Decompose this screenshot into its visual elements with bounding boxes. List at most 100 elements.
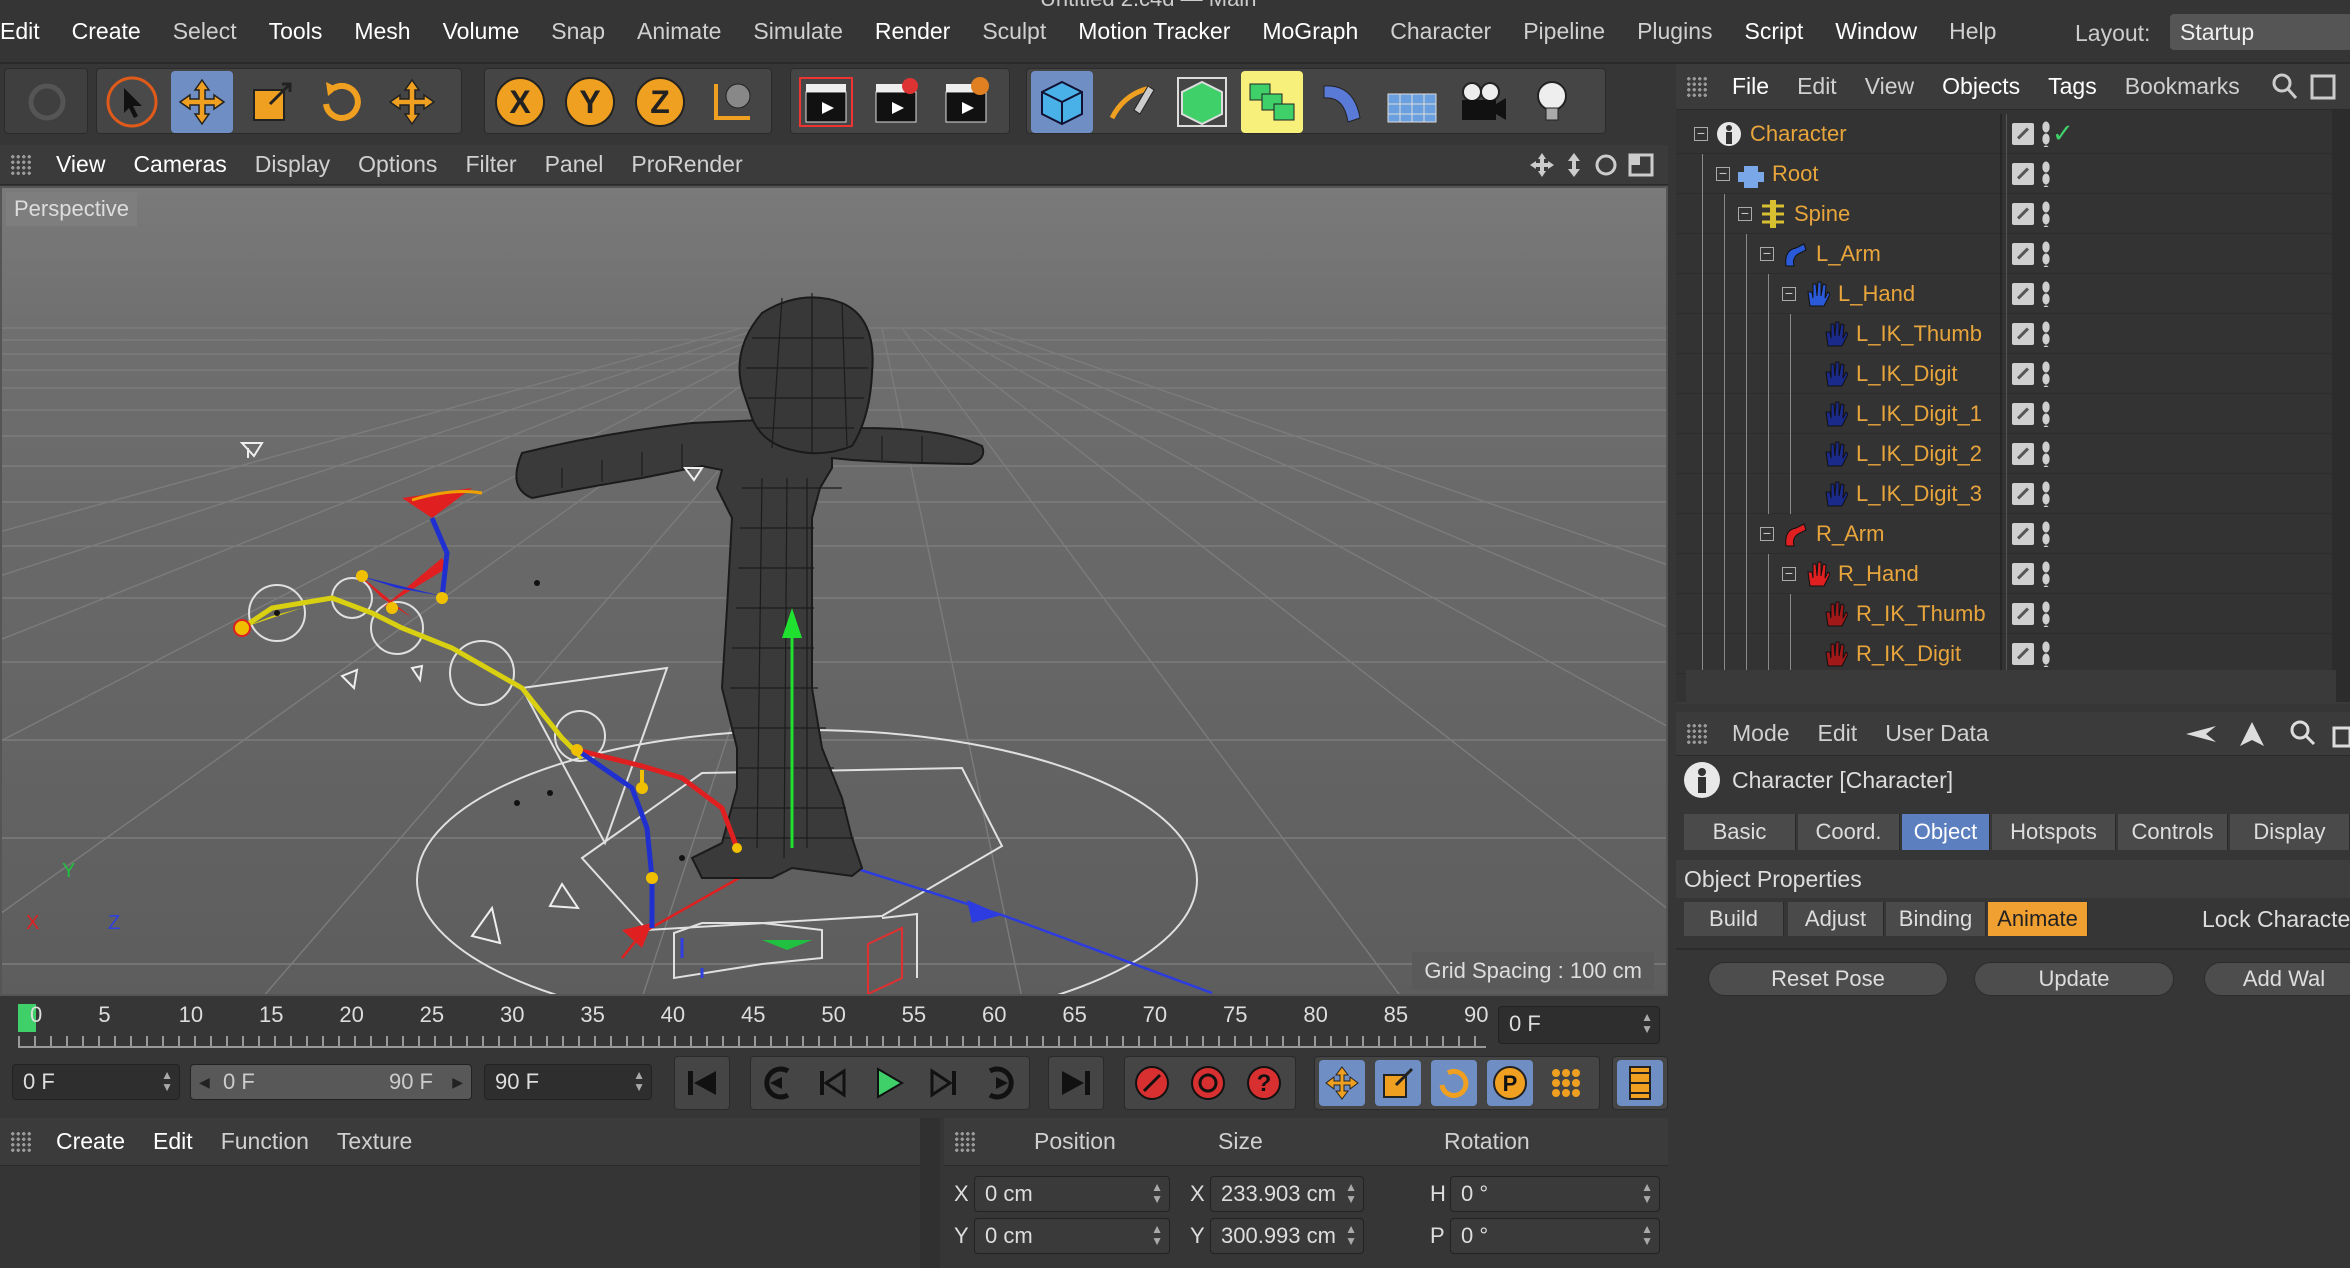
subtab-adjust[interactable]: Adjust [1788,902,1884,936]
menu-character[interactable]: Character [1374,0,1507,63]
position-field[interactable]: 0 cm ▲ ▼ [974,1218,1170,1254]
collapse-toggle-icon[interactable]: − [1694,126,1708,141]
end-frame-field[interactable]: 90 F ▲ ▼ [484,1064,652,1100]
tree-item-label[interactable]: L_IK_Digit_2 [1856,441,1982,467]
subtab-binding[interactable]: Binding [1886,902,1986,936]
next-keyframe-button[interactable] [977,1060,1023,1106]
tab-hotspots[interactable]: Hotspots [1992,814,2116,850]
tree-row-r-hand[interactable]: − R_Hand [1676,554,2350,594]
back-arrow-icon[interactable] [2140,718,2350,750]
layer-toggle-icon[interactable] [2012,603,2034,625]
tree-item-label[interactable]: L_IK_Digit_1 [1856,401,1982,427]
tree-item-label[interactable]: R_Arm [1816,521,1884,547]
tree-item-label[interactable]: L_IK_Digit_3 [1856,481,1982,507]
tree-scrollbar[interactable] [2332,110,2350,702]
cube-button[interactable] [1031,71,1093,133]
tree-item-label[interactable]: L_Hand [1838,281,1915,307]
tree-item-label[interactable]: Spine [1794,201,1850,227]
layer-toggle-icon[interactable] [2012,643,2034,665]
layer-toggle-icon[interactable] [2012,483,2034,505]
tree-row-l-ik-digit[interactable]: L_IK_Digit [1676,354,2350,394]
layer-toggle-icon[interactable] [2012,563,2034,585]
camera-label[interactable]: Perspective [6,192,137,226]
panel-grip-icon[interactable] [1686,75,1708,98]
menu-mesh[interactable]: Mesh [338,0,426,63]
layer-toggle-icon[interactable] [2012,403,2034,425]
menu-bookmarks[interactable]: Bookmarks [2111,73,2254,100]
menu-edit[interactable]: Edit [139,1128,207,1155]
live-selection-button[interactable] [101,71,163,133]
object-tree[interactable]: − Character ✓ − Root − Spine − L_Arm − L_Hand L_IK_… [1676,110,2350,702]
timeline-track[interactable] [18,1036,1486,1048]
layer-toggle-icon[interactable] [2012,363,2034,385]
tab-basic[interactable]: Basic [1684,814,1796,850]
visibility-dots-icon[interactable] [2042,641,2050,667]
menu-prorender[interactable]: ProRender [617,151,756,178]
size-field[interactable]: 233.903 cm ▲ ▼ [1210,1176,1364,1212]
menu-tools[interactable]: Tools [253,0,339,63]
enabled-check-icon[interactable]: ✓ [2052,118,2074,149]
prev-keyframe-button[interactable] [755,1060,801,1106]
size-field[interactable]: 300.993 cm ▲ ▼ [1210,1218,1364,1254]
menu-mode[interactable]: Mode [1718,720,1804,747]
visibility-dots-icon[interactable] [2042,361,2050,387]
position-field[interactable]: 0 cm ▲ ▼ [974,1176,1170,1212]
tree-item-label[interactable]: L_IK_Digit [1856,361,1958,387]
visibility-dots-icon[interactable] [2042,561,2050,587]
render-view-button[interactable] [795,71,857,133]
menu-simulate[interactable]: Simulate [737,0,858,63]
y-axis-button[interactable]: Y [559,71,621,133]
menu-plugins[interactable]: Plugins [1621,0,1728,63]
tree-row-r-arm[interactable]: − R_Arm [1676,514,2350,554]
tree-row-r-ik-digit[interactable]: R_IK_Digit [1676,634,2350,674]
timeline-ruler[interactable]: 0 5 10 15 20 25 30 35 40 45 50 55 60 65 70 75 80 85 90 0 F… [0,996,1668,1062]
reset-pose-button[interactable]: Reset Pose [1708,962,1948,996]
visibility-dots-icon[interactable] [2042,121,2050,147]
frame-range-slider[interactable]: ◀ 0 F 90 F ▶ [190,1064,472,1100]
floor-button[interactable] [1381,71,1443,133]
goto-start-button[interactable] [679,1060,725,1106]
menu-edit[interactable]: Edit [1804,720,1872,747]
subtab-build[interactable]: Build [1684,902,1784,936]
point-level-track-button[interactable] [1543,1060,1589,1106]
play-button[interactable] [865,1060,911,1106]
menu-cameras[interactable]: Cameras [119,151,240,178]
search-icon[interactable] [2270,72,2340,102]
layer-toggle-icon[interactable] [2012,243,2034,265]
tree-item-label[interactable]: R_IK_Digit [1856,641,1961,667]
render-picture-viewer-button[interactable] [865,71,927,133]
visibility-dots-icon[interactable] [2042,441,2050,467]
tree-row-l-ik-thumb[interactable]: L_IK_Thumb [1676,314,2350,354]
tree-row-r-ik-thumb[interactable]: R_IK_Thumb [1676,594,2350,634]
undo-button[interactable] [4,68,88,134]
visibility-dots-icon[interactable] [2042,601,2050,627]
record-active-button[interactable] [1129,1060,1175,1106]
tree-item-label[interactable]: L_Arm [1816,241,1881,267]
visibility-dots-icon[interactable] [2042,161,2050,187]
panel-grip-icon[interactable] [10,153,32,176]
visibility-dots-icon[interactable] [2042,281,2050,307]
tree-item-label[interactable]: R_IK_Thumb [1856,601,1986,627]
parameter-track-button[interactable]: P [1487,1060,1533,1106]
menu-script[interactable]: Script [1729,0,1820,63]
menu-select[interactable]: Select [157,0,253,63]
position-track-button[interactable] [1319,1060,1365,1106]
tab-object[interactable]: Object [1902,814,1990,850]
tree-row-spine[interactable]: − Spine [1676,194,2350,234]
panel-grip-icon[interactable] [954,1130,976,1153]
goto-end-button[interactable] [1053,1060,1099,1106]
collapse-toggle-icon[interactable]: − [1738,206,1752,221]
render-settings-button[interactable] [935,71,997,133]
menu-pipeline[interactable]: Pipeline [1507,0,1621,63]
menu-window[interactable]: Window [1819,0,1933,63]
tree-row-l-ik-digit-3[interactable]: L_IK_Digit_3 [1676,474,2350,514]
tree-row-character[interactable]: − Character ✓ [1676,114,2350,154]
layer-toggle-icon[interactable] [2012,203,2034,225]
next-frame-button[interactable] [921,1060,967,1106]
add-wal-button[interactable]: Add Wal [2204,962,2350,996]
start-frame-field[interactable]: 0 F ▲ ▼ [12,1064,180,1100]
subdivision-button[interactable] [1171,71,1233,133]
layer-toggle-icon[interactable] [2012,323,2034,345]
layer-toggle-icon[interactable] [2012,123,2034,145]
menu-panel[interactable]: Panel [531,151,618,178]
